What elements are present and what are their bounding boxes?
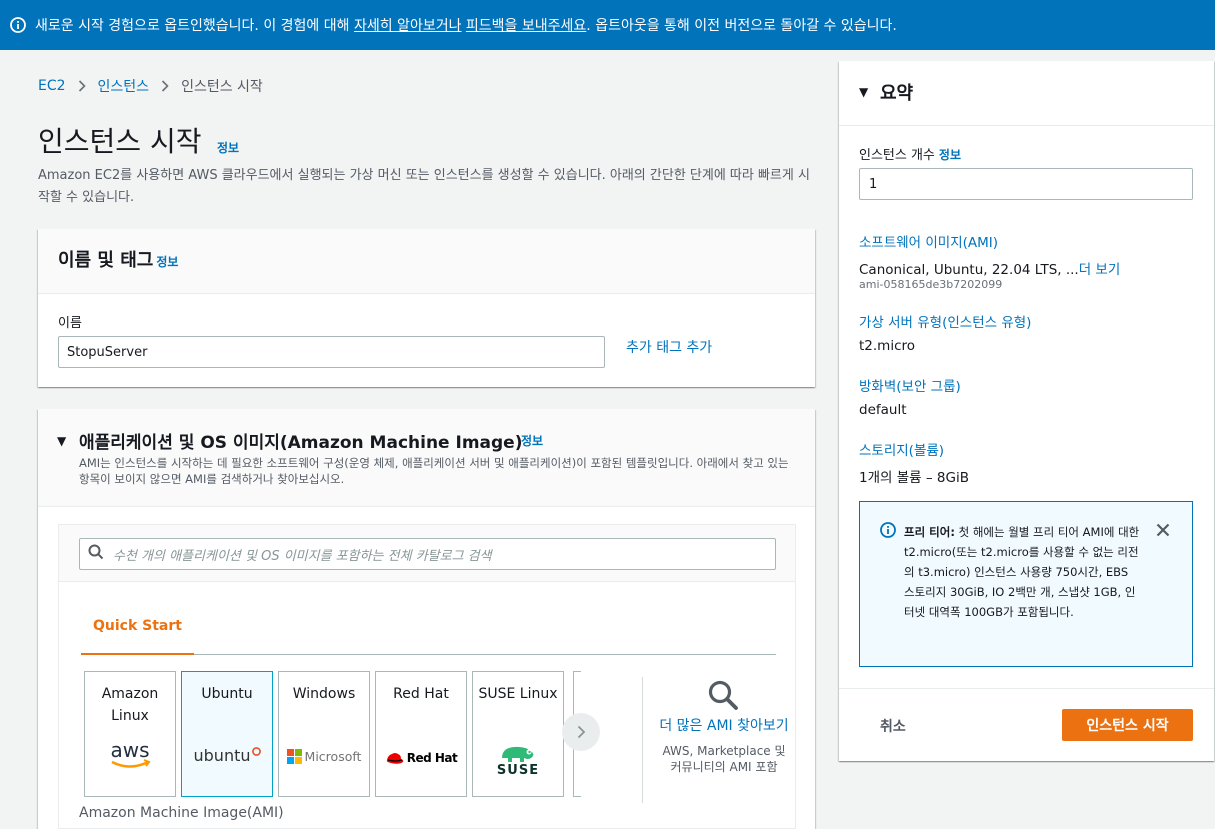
summary-footer: 취소 인스턴스 시작 — [839, 688, 1214, 761]
ami-id: ami-058165de3b7202099 — [859, 278, 1003, 291]
breadcrumb-current: 인스턴스 시작 — [181, 79, 263, 95]
card-label: Red Hat — [393, 686, 449, 702]
aws-logo-text: aws — [110, 739, 149, 762]
card-label: Windows — [292, 686, 356, 702]
free-tier-text: 프리 티어: 첫 해에는 월별 프리 티어 AMI에 대한 t2.micro(또… — [904, 525, 1140, 619]
ami-card-red-hat[interactable]: Red Hat Red Hat — [375, 671, 467, 797]
close-icon[interactable] — [1156, 522, 1170, 541]
feedback-link[interactable]: 피드백을 보내주세요 — [466, 18, 586, 34]
instance-type-link[interactable]: 가상 서버 유형(인스턴스 유형) — [859, 311, 1031, 331]
instance-count-label: 인스턴스 개수 정보 — [859, 148, 961, 163]
breadcrumb-ec2[interactable]: EC2 — [38, 78, 66, 94]
magnifier-icon — [707, 679, 739, 715]
name-tags-title: 이름 및 태그 — [58, 250, 154, 271]
microsoft-logo-text: Microsoft — [304, 749, 362, 764]
add-tags-link[interactable]: 추가 태그 추가 — [626, 337, 712, 357]
page-description: Amazon EC2를 사용하면 AWS 클라우드에서 실행되는 가상 머신 또… — [38, 168, 810, 205]
name-input[interactable] — [58, 336, 605, 368]
browse-more-amis-link[interactable]: 더 많은 AMI 찾아보기 — [659, 715, 789, 737]
storage-link[interactable]: 스토리지(볼륨) — [859, 439, 944, 459]
instance-count-info-link[interactable]: 정보 — [939, 148, 961, 162]
launch-instance-button[interactable]: 인스턴스 시작 — [1062, 709, 1193, 741]
cards-divider — [642, 677, 643, 803]
storage-value: 1개의 볼륨 – 8GiB — [859, 470, 969, 486]
ami-card-ubuntu[interactable]: Ubuntu ubuntu — [181, 671, 273, 797]
info-icon — [880, 522, 896, 542]
chevron-right-icon — [577, 725, 586, 739]
red-hat-logo-text: Red Hat — [406, 751, 458, 765]
name-tags-info-link[interactable]: 정보 — [156, 255, 178, 269]
next-cards-button[interactable] — [562, 713, 600, 751]
ami-description: AMI는 인스턴스를 시작하는 데 필요한 소프트웨어 구성(운영 체제, 애플… — [79, 456, 789, 486]
name-tags-panel: 이름 및 태그정보 이름 추가 태그 추가 — [38, 229, 815, 387]
banner-text: 새로운 시작 경험으로 옵트인했습니다. 이 경험에 대해 자세히 알아보거나 … — [35, 18, 897, 34]
ubuntu-logo-icon: ubuntu — [182, 746, 272, 765]
ami-header: ▼ 애플리케이션 및 OS 이미지(Amazon Machine Image) … — [38, 409, 815, 507]
chevron-right-icon — [78, 80, 86, 92]
breadcrumb: EC2 인스턴스 인스턴스 시작 — [38, 76, 263, 96]
free-tier-alert: 프리 티어: 첫 해에는 월별 프리 티어 AMI에 대한 t2.micro(또… — [859, 501, 1193, 667]
ami-card-windows[interactable]: Windows Microsoft — [278, 671, 370, 797]
ami-select-label: Amazon Machine Image(AMI) — [79, 805, 284, 821]
aws-logo-icon: aws — [85, 739, 175, 773]
ami-card-amazon-linux[interactable]: Amazon Linux aws — [84, 671, 176, 797]
ami-more-link[interactable]: 더 보기 — [1079, 262, 1121, 278]
chevron-right-icon — [161, 80, 169, 92]
card-label: Ubuntu — [201, 686, 253, 702]
ami-info-link[interactable]: 정보 — [521, 432, 543, 449]
card-label: SUSE Linux — [478, 686, 558, 702]
ami-search-input[interactable]: 수천 개의 애플리케이션 및 OS 이미지를 포함하는 전체 카탈로그 검색 — [79, 538, 776, 570]
summary-header: ▼ 요약 — [839, 61, 1214, 126]
ami-summary-link[interactable]: 소프트웨어 이미지(AMI) — [859, 231, 998, 251]
name-label: 이름 — [58, 316, 82, 331]
learn-more-link[interactable]: 자세히 알아보거나 — [354, 18, 462, 34]
ami-title: 애플리케이션 및 OS 이미지(Amazon Machine Image) — [79, 433, 523, 453]
ami-panel: ▼ 애플리케이션 및 OS 이미지(Amazon Machine Image) … — [38, 409, 815, 829]
ami-catalog: 수천 개의 애플리케이션 및 OS 이미지를 포함하는 전체 카탈로그 검색 Q… — [58, 524, 796, 829]
cancel-button[interactable]: 취소 — [880, 716, 906, 736]
caret-down-icon[interactable]: ▼ — [57, 434, 66, 448]
page-title: 인스턴스 시작 — [38, 125, 202, 158]
ubuntu-logo-text: ubuntu — [193, 746, 251, 765]
info-icon — [10, 17, 26, 33]
ami-summary-value: Canonical, Ubuntu, 22.04 LTS, ...더 보기 — [859, 262, 1121, 278]
catalog-search-bar: 수천 개의 애플리케이션 및 OS 이미지를 포함하는 전체 카탈로그 검색 — [59, 525, 795, 582]
red-hat-logo-icon: Red Hat — [376, 751, 466, 765]
firewall-link[interactable]: 방화벽(보안 그룹) — [859, 375, 961, 395]
instance-type-value: t2.micro — [859, 338, 916, 354]
search-icon — [88, 544, 104, 564]
name-tags-header: 이름 및 태그 정보 — [38, 229, 815, 294]
firewall-value: default — [859, 402, 907, 418]
summary-title: 요약 — [880, 83, 914, 104]
browse-more-subtext: AWS, Marketplace 및 커뮤니티의 AMI 포함 — [662, 744, 786, 774]
card-label: Amazon Linux — [101, 686, 159, 724]
ami-tabs: Quick Start — [81, 601, 776, 655]
caret-down-icon[interactable]: ▼ — [859, 85, 868, 99]
tab-quick-start[interactable]: Quick Start — [81, 601, 194, 655]
opt-in-banner: 새로운 시작 경험으로 옵트인했습니다. 이 경험에 대해 자세히 알아보거나 … — [0, 0, 1215, 50]
ami-card-suse[interactable]: SUSE Linux SUSE — [472, 671, 564, 797]
suse-logo-text: SUSE — [496, 763, 540, 778]
summary-panel: ▼ 요약 인스턴스 개수정보 소프트웨어 이미지(AMI) Canonical,… — [839, 61, 1214, 761]
page-info-link[interactable]: 정보 — [217, 139, 239, 156]
search-placeholder: 수천 개의 애플리케이션 및 OS 이미지를 포함하는 전체 카탈로그 검색 — [113, 548, 492, 564]
suse-logo-icon: SUSE — [473, 742, 563, 778]
browse-more-amis: 더 많은 AMI 찾아보기 AWS, Marketplace 및 커뮤니티의 A… — [659, 671, 789, 775]
microsoft-logo-icon: Microsoft — [279, 749, 369, 764]
instance-count-input[interactable] — [859, 168, 1193, 200]
breadcrumb-instances[interactable]: 인스턴스 — [98, 76, 150, 96]
